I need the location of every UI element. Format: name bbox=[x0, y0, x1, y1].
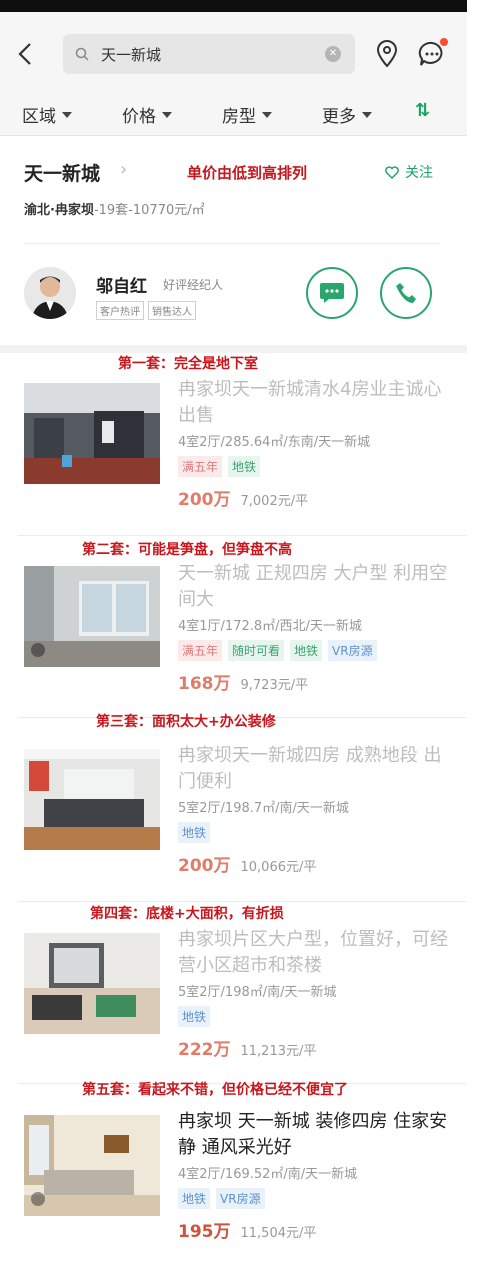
listing-annotation: 第五套：看起来不错，但价格已经不便宜了 bbox=[82, 1082, 348, 1098]
avatar[interactable] bbox=[24, 267, 76, 319]
caret-down-icon bbox=[62, 111, 72, 118]
agent-card: 邬自红 好评经纪人 客户热评 销售达人 bbox=[0, 245, 467, 345]
notification-dot bbox=[440, 38, 448, 46]
search-icon bbox=[75, 45, 93, 63]
project-name[interactable]: 天一新城 bbox=[24, 159, 100, 186]
tag: 地铁 bbox=[290, 640, 323, 661]
listing-title[interactable]: 冉家坝天一新城四房 成熟地段 出门便利 bbox=[178, 743, 448, 795]
listing-price: 222万 11,213元/平 bbox=[178, 1040, 317, 1060]
listing-annotation: 第二套：可能是笋盘，但笋盘不高 bbox=[82, 542, 292, 558]
clear-icon[interactable]: ✕ bbox=[325, 46, 341, 62]
caret-down-icon bbox=[162, 111, 172, 118]
listing-price: 200万 10,066元/平 bbox=[178, 856, 317, 876]
listing-tags: 地铁 bbox=[178, 1006, 448, 1027]
tag: 地铁 bbox=[178, 1188, 211, 1209]
tag: 满五年 bbox=[178, 640, 223, 661]
listing-annotation: 第三套：面积太大+办公装修 bbox=[96, 714, 276, 730]
chat-button[interactable] bbox=[306, 267, 358, 319]
listing-info: 冉家坝天一新城清水4房业主诚心出售 4室2厅/285.64㎡/东南/天一新城 满… bbox=[178, 377, 448, 510]
listing-meta: 5室2厅/198.7㎡/南/天一新城 bbox=[178, 801, 349, 816]
tag: 地铁 bbox=[228, 456, 261, 477]
agent-tag: 好评经纪人 bbox=[163, 278, 224, 292]
listing-photo[interactable] bbox=[24, 933, 160, 1034]
project-summary: 天一新城 › 单价由低到高排列 关注 渝北·冉家坝-19套-10770元/㎡ bbox=[0, 137, 467, 245]
caret-down-icon bbox=[362, 111, 372, 118]
filter-price[interactable]: 价格 bbox=[122, 102, 172, 127]
listing-photo[interactable] bbox=[24, 749, 160, 850]
listing-tags: 满五年 随时可看 地铁 VR房源 bbox=[178, 640, 448, 661]
location-pin-icon[interactable] bbox=[374, 40, 400, 68]
listing-tags: 地铁 VR房源 bbox=[178, 1188, 448, 1209]
agent-name[interactable]: 邬自红 bbox=[96, 272, 147, 297]
divider bbox=[24, 243, 440, 244]
caret-down-icon bbox=[262, 111, 272, 118]
listing-photo[interactable] bbox=[24, 1115, 160, 1216]
badge: 销售达人 bbox=[148, 301, 196, 320]
listing-info: 冉家坝天一新城四房 成熟地段 出门便利 5室2厅/198.7㎡/南/天一新城 地… bbox=[178, 743, 448, 876]
listing-info: 冉家坝片区大户型，位置好，可经营小区超市和茶楼 5室2厅/198㎡/南/天一新城… bbox=[178, 927, 448, 1060]
sort-icon[interactable]: ⇅ bbox=[415, 100, 430, 121]
listing-info: 冉家坝 天一新城 装修四房 住家安静 通风采光好 4室2厅/169.52㎡/南/… bbox=[178, 1109, 448, 1242]
listing-meta: 4室1厅/172.8㎡/西北/天一新城 bbox=[178, 619, 362, 634]
agent-badges: 客户热评 销售达人 bbox=[96, 301, 196, 320]
filter-bar: 区域 价格 房型 更多 ⇅ bbox=[0, 92, 467, 136]
listing-title[interactable]: 天一新城 正规四房 大户型 利用空间大 bbox=[178, 561, 448, 613]
section-gap bbox=[0, 345, 467, 353]
call-button[interactable] bbox=[380, 267, 432, 319]
search-input[interactable]: 天一新城 ✕ bbox=[63, 34, 355, 74]
listing-price: 168万 9,723元/平 bbox=[178, 674, 309, 694]
search-value: 天一新城 bbox=[101, 45, 162, 64]
filter-more[interactable]: 更多 bbox=[322, 102, 372, 127]
message-icon[interactable] bbox=[418, 38, 448, 68]
tag: 满五年 bbox=[178, 456, 223, 477]
listing-price: 200万 7,002元/平 bbox=[178, 490, 309, 510]
listing-annotation: 第一套：完全是地下室 bbox=[118, 356, 258, 372]
tag: 地铁 bbox=[178, 822, 211, 843]
listing-price: 195万 11,504元/平 bbox=[178, 1222, 317, 1242]
listing-meta: 4室2厅/169.52㎡/南/天一新城 bbox=[178, 1167, 358, 1182]
divider bbox=[18, 901, 467, 902]
listing-meta: 5室2厅/198㎡/南/天一新城 bbox=[178, 985, 337, 1000]
chat-icon bbox=[320, 283, 344, 303]
listing-photo[interactable] bbox=[24, 383, 160, 484]
follow-button[interactable]: 关注 bbox=[385, 162, 433, 182]
listing-title[interactable]: 冉家坝片区大户型，位置好，可经营小区超市和茶楼 bbox=[178, 927, 448, 979]
app-screen: 天一新城 ✕ 区域 价格 房型 更多 ⇅ 天一新城 › 单价由低到高排列 关注 … bbox=[0, 0, 480, 1268]
badge: 客户热评 bbox=[96, 301, 144, 320]
project-subinfo: 渝北·冉家坝-19套-10770元/㎡ bbox=[24, 203, 205, 218]
search-header: 天一新城 ✕ 区域 价格 房型 更多 ⇅ bbox=[0, 12, 467, 136]
listing-title[interactable]: 冉家坝天一新城清水4房业主诚心出售 bbox=[178, 377, 448, 429]
heart-icon bbox=[385, 165, 399, 179]
chevron-right-icon[interactable]: › bbox=[120, 159, 127, 180]
page-edge bbox=[467, 0, 480, 1268]
back-button[interactable] bbox=[14, 40, 36, 68]
tag: 地铁 bbox=[178, 1006, 211, 1027]
listing-meta: 4室2厅/285.64㎡/东南/天一新城 bbox=[178, 435, 371, 450]
tag: VR房源 bbox=[328, 640, 377, 661]
filter-area[interactable]: 区域 bbox=[22, 102, 72, 127]
sort-annotation: 单价由低到高排列 bbox=[187, 164, 308, 182]
listing-annotation: 第四套：底楼+大面积，有折损 bbox=[90, 906, 284, 922]
phone-icon bbox=[396, 283, 416, 303]
tag: VR房源 bbox=[216, 1188, 265, 1209]
listing-info: 天一新城 正规四房 大户型 利用空间大 4室1厅/172.8㎡/西北/天一新城 … bbox=[178, 561, 448, 694]
divider bbox=[18, 535, 467, 536]
listing-tags: 满五年 地铁 bbox=[178, 456, 448, 477]
status-bar bbox=[0, 0, 467, 12]
listing-title[interactable]: 冉家坝 天一新城 装修四房 住家安静 通风采光好 bbox=[178, 1109, 448, 1161]
chevron-left-icon bbox=[18, 43, 31, 65]
tag: 随时可看 bbox=[228, 640, 285, 661]
filter-layout[interactable]: 房型 bbox=[222, 102, 272, 127]
listing-photo[interactable] bbox=[24, 566, 160, 667]
listing-tags: 地铁 bbox=[178, 822, 448, 843]
